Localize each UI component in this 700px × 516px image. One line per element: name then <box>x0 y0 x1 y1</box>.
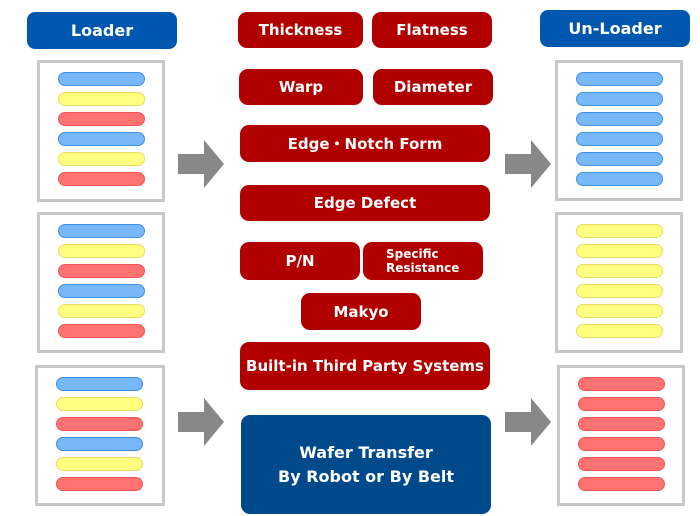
specific-resistance-box: Specific Resistance <box>363 242 483 280</box>
third-party-systems-box: Built-in Third Party Systems <box>240 342 490 390</box>
wafer-yellow <box>576 284 663 298</box>
wafer-red <box>58 264 145 278</box>
loader-cassette <box>35 365 165 506</box>
thickness-box: Thickness <box>238 12 363 48</box>
unloader-cassette <box>557 365 685 506</box>
wafer-red <box>58 172 145 186</box>
wafer-blue <box>56 377 143 391</box>
wafer-yellow <box>576 264 663 278</box>
arrow-right-icon <box>178 140 224 188</box>
loader-cassette <box>37 212 165 353</box>
wafer-yellow <box>576 224 663 238</box>
wafer-blue <box>576 132 663 146</box>
edge-defect-box: Edge Defect <box>240 185 490 221</box>
unloader-cassette <box>555 212 683 353</box>
wafer-yellow <box>58 304 145 318</box>
edge-notch-form-box: Edge・Notch Form <box>240 125 490 162</box>
wafer-yellow <box>576 304 663 318</box>
wafer-yellow <box>576 244 663 258</box>
wafer-blue <box>576 152 663 166</box>
wafer-red <box>578 397 665 411</box>
wafer-blue <box>576 112 663 126</box>
flatness-box: Flatness <box>372 12 492 48</box>
wafer-red <box>58 324 145 338</box>
wafer-yellow <box>58 92 145 106</box>
wafer-blue <box>576 72 663 86</box>
loader-cassette <box>37 60 165 202</box>
arrow-right-icon <box>178 398 224 446</box>
wafer-yellow <box>58 244 145 258</box>
pn-box: P/N <box>240 242 360 280</box>
unloader-label: Un-Loader <box>540 10 690 47</box>
wafer-blue <box>576 172 663 186</box>
wafer-yellow <box>56 457 143 471</box>
specific-resistance-line1: Specific <box>386 246 439 261</box>
wafer-red <box>578 457 665 471</box>
wafer-red <box>56 417 143 431</box>
arrow-right-icon <box>505 140 551 188</box>
warp-box: Warp <box>239 69 363 105</box>
wafer-blue <box>58 132 145 146</box>
makyo-box: Makyo <box>301 293 421 330</box>
wafer-yellow <box>58 152 145 166</box>
wafer-blue <box>58 72 145 86</box>
wafer-inspection-diagram: Loader Un-Loader Thickness Flatness Warp… <box>0 0 700 516</box>
wafer-transfer-line2: By Robot or By Belt <box>278 466 454 486</box>
wafer-blue <box>576 92 663 106</box>
wafer-blue <box>56 437 143 451</box>
wafer-red <box>578 477 665 491</box>
wafer-transfer-line1: Wafer Transfer <box>299 442 433 462</box>
wafer-red <box>58 112 145 126</box>
loader-label: Loader <box>27 12 177 49</box>
arrow-right-icon <box>505 398 551 446</box>
wafer-red <box>578 417 665 431</box>
wafer-transfer-box: Wafer Transfer By Robot or By Belt <box>241 415 491 514</box>
wafer-red <box>56 477 143 491</box>
wafer-red <box>578 437 665 451</box>
diameter-box: Diameter <box>373 69 493 105</box>
unloader-cassette <box>555 60 683 201</box>
specific-resistance-line2: Resistance <box>386 261 460 275</box>
wafer-red <box>578 377 665 391</box>
wafer-yellow <box>56 397 143 411</box>
wafer-blue <box>58 224 145 238</box>
wafer-yellow <box>576 324 663 338</box>
wafer-blue <box>58 284 145 298</box>
